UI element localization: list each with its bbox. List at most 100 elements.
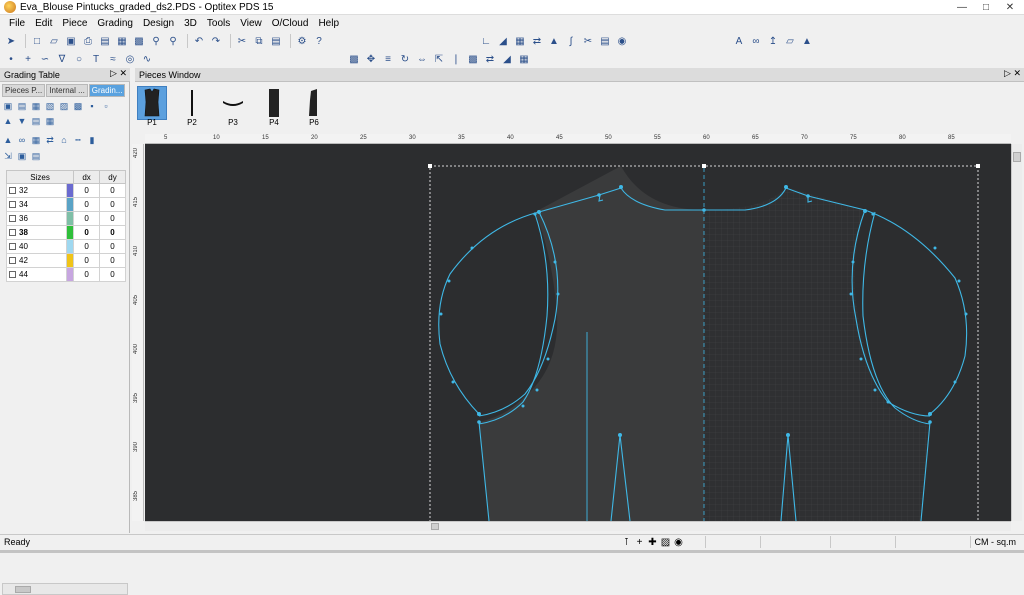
grade-chart-icon[interactable]: ▤	[30, 150, 42, 162]
scissors-icon[interactable]: ✂	[581, 34, 595, 48]
dx-value[interactable]: 0	[73, 183, 101, 198]
mirror-icon[interactable]: ⇔	[415, 52, 429, 66]
menu-tools[interactable]: Tools	[202, 18, 235, 29]
grade-link-icon[interactable]: ∞	[16, 134, 28, 146]
grade-tree-icon[interactable]: ▦	[30, 134, 42, 146]
size-checkbox[interactable]	[9, 187, 16, 195]
ortho-icon[interactable]: ✚	[646, 536, 659, 548]
menu-view[interactable]: View	[235, 18, 267, 29]
crosshair-icon[interactable]: +	[633, 536, 646, 548]
piece-thumbnail-p4[interactable]	[259, 86, 289, 120]
find-icon[interactable]: ⚲	[149, 34, 163, 48]
paste-icon[interactable]: ▤	[269, 34, 283, 48]
size-checkbox[interactable]	[9, 243, 16, 251]
zoom-icon[interactable]: ⚲	[166, 34, 180, 48]
new-file-icon[interactable]: □	[30, 34, 44, 48]
print-icon[interactable]: ⎙	[81, 34, 95, 48]
piece-thumbnail-p1[interactable]	[137, 86, 167, 120]
menu-grading[interactable]: Grading	[92, 18, 138, 29]
display-icon[interactable]: ◉	[672, 536, 685, 548]
notch-icon[interactable]: ▲	[547, 34, 561, 48]
size-checkbox[interactable]	[9, 257, 16, 265]
minimize-icon[interactable]: —	[950, 0, 974, 14]
grade-down-icon[interactable]: ▼	[16, 115, 28, 127]
drawing-canvas[interactable]	[145, 144, 1011, 521]
menu-3d[interactable]: 3D	[179, 18, 202, 29]
add-point-icon[interactable]: +	[21, 52, 35, 66]
seam-icon[interactable]: ∫	[564, 34, 578, 48]
snap-icon[interactable]: ⊺	[620, 536, 633, 548]
grading-table-scrollbar[interactable]	[2, 583, 128, 595]
scrollbar-thumb[interactable]	[15, 586, 31, 593]
button-icon[interactable]: ◎	[123, 52, 137, 66]
grade-xy-icon[interactable]: ▩	[72, 100, 84, 112]
grade-swap-icon[interactable]: ⇄	[44, 134, 56, 146]
dy-value[interactable]: 0	[99, 225, 126, 240]
cut-icon[interactable]: ✂	[235, 34, 249, 48]
text-tool-2-icon[interactable]: T	[89, 52, 103, 66]
align-icon[interactable]: ≡	[381, 52, 395, 66]
close-icon[interactable]: ✕	[998, 0, 1022, 14]
maximize-icon[interactable]: □	[974, 0, 998, 14]
wave-icon[interactable]: ∿	[140, 52, 154, 66]
dy-value[interactable]: 0	[99, 239, 126, 254]
scrollbar-thumb[interactable]	[1013, 152, 1021, 162]
dx-value[interactable]: 0	[73, 267, 101, 282]
split-icon[interactable]: ❘	[449, 52, 463, 66]
grade-point-icon[interactable]: ▣	[2, 100, 14, 112]
size-row[interactable]: 36 0 0	[5, 211, 126, 226]
text-tool-icon[interactable]: A	[732, 34, 746, 48]
piece-thumbnail-p2[interactable]	[177, 86, 207, 120]
dx-value[interactable]: 0	[73, 239, 101, 254]
grade-fit-icon[interactable]: ▣	[16, 150, 28, 162]
pieces-window-close-icon[interactable]: ▷ ✕	[1004, 68, 1021, 79]
tab-internal[interactable]: Internal ...	[46, 84, 88, 97]
grade-house-icon[interactable]: ⌂	[58, 134, 70, 146]
stitch-icon[interactable]: ▤	[598, 34, 612, 48]
ruler-icon[interactable]: ∟	[479, 34, 493, 48]
pleat-icon[interactable]: ≈	[106, 52, 120, 66]
fabric-icon[interactable]: ∞	[749, 34, 763, 48]
excel-icon[interactable]: ▩	[132, 34, 146, 48]
menu-ocloud[interactable]: O/Cloud	[267, 18, 314, 29]
menu-file[interactable]: File	[4, 18, 30, 29]
walk-icon[interactable]: ⇄	[483, 52, 497, 66]
grade-bar-icon[interactable]: ▮	[86, 134, 98, 146]
export-icon[interactable]: ▦	[115, 34, 129, 48]
mountain-icon[interactable]: ▲	[800, 34, 814, 48]
size-checkbox[interactable]	[9, 215, 16, 223]
dy-value[interactable]: 0	[99, 253, 126, 268]
grade-reset-icon[interactable]: ▪	[86, 100, 98, 112]
menu-edit[interactable]: Edit	[30, 18, 57, 29]
fill-icon[interactable]: ◢	[496, 34, 510, 48]
canvas-horizontal-scrollbar[interactable]	[145, 521, 1011, 531]
size-row[interactable]: 42 0 0	[5, 253, 126, 268]
redo-icon[interactable]: ↷	[209, 34, 223, 48]
circle-icon[interactable]: ○	[72, 52, 86, 66]
tab-grading[interactable]: Gradin...	[88, 84, 126, 97]
dy-value[interactable]: 0	[99, 211, 126, 226]
save-icon[interactable]: ▣	[64, 34, 78, 48]
dx-value[interactable]: 0	[73, 211, 101, 226]
undo-icon[interactable]: ↶	[192, 34, 206, 48]
size-checkbox[interactable]	[9, 271, 16, 279]
menu-help[interactable]: Help	[313, 18, 344, 29]
pattern-icon[interactable]: ▱	[783, 34, 797, 48]
grade-icon[interactable]: ◢	[500, 52, 514, 66]
merge-icon[interactable]: ▩	[466, 52, 480, 66]
grade-split-icon[interactable]: ┅	[72, 134, 84, 146]
dx-value[interactable]: 0	[73, 225, 101, 240]
grid-snap-icon[interactable]: ▨	[659, 536, 672, 548]
dx-value[interactable]: 0	[73, 253, 101, 268]
delete-icon[interactable]: ▩	[347, 52, 361, 66]
size-row[interactable]: 38 0 0	[5, 225, 126, 240]
plot-icon[interactable]: ▤	[98, 34, 112, 48]
layout-icon[interactable]: ▦	[517, 52, 531, 66]
marker-icon[interactable]: ↥	[766, 34, 780, 48]
point-tool-icon[interactable]: •	[4, 52, 18, 66]
dx-value[interactable]: 0	[73, 197, 101, 212]
grade-rule-icon[interactable]: ▫	[100, 100, 112, 112]
size-row[interactable]: 34 0 0	[5, 197, 126, 212]
piece-thumbnail-p3[interactable]	[218, 86, 248, 120]
rotate-icon[interactable]: ↻	[398, 52, 412, 66]
